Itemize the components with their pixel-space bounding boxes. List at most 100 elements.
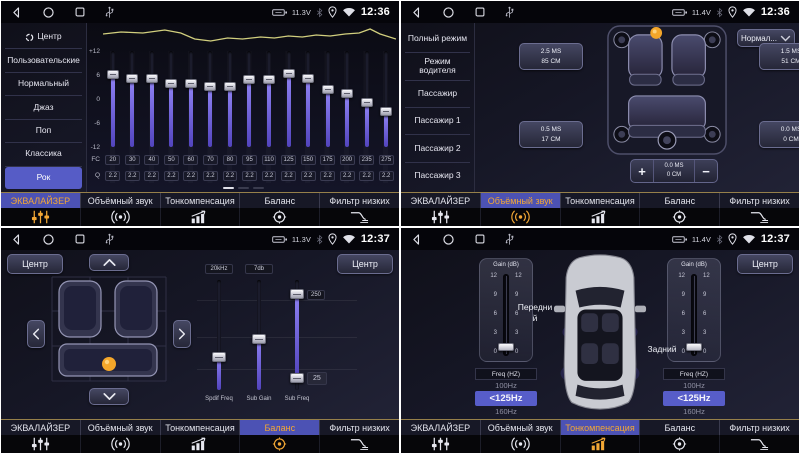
eq-band-110-slider[interactable] <box>263 75 275 84</box>
delay-rear-left-button[interactable]: 0.5 MS 17 CM <box>519 121 583 148</box>
eq-band-40-slider[interactable] <box>146 74 158 83</box>
page-dot[interactable] <box>238 187 249 190</box>
filter-icon[interactable] <box>320 435 399 453</box>
tab-surround[interactable]: Объёмный звук <box>481 420 561 435</box>
delay-front-left-button[interactable]: 2.5 MS 85 CM <box>519 43 583 70</box>
mode-4[interactable]: Пассажир 2 <box>405 135 470 162</box>
surround-icon[interactable] <box>81 208 161 226</box>
tab-surround[interactable]: Объёмный звук <box>81 193 161 208</box>
eq-band-175-slider[interactable] <box>322 85 334 94</box>
tab-equalizer[interactable]: ЭКВАЛАЙЗЕР <box>1 193 81 208</box>
tab-surround[interactable]: Объёмный звук <box>81 420 161 435</box>
freq-option-0[interactable]: 100Hz <box>475 380 537 391</box>
nav-home-button[interactable] <box>442 6 455 19</box>
nav-home-button[interactable] <box>442 233 455 246</box>
gain-slider[interactable] <box>498 343 514 351</box>
tab-lowpass[interactable]: Фильтр низких <box>320 420 399 435</box>
equalizer-icon[interactable] <box>1 208 81 226</box>
eq-band-20-slider[interactable] <box>107 70 119 79</box>
delay-front-right-button[interactable]: 1.5 MS 51 CM <box>759 43 799 70</box>
move-down-button[interactable] <box>89 388 129 405</box>
mode-3[interactable]: Пассажир 1 <box>405 108 470 135</box>
eq-band-80-slider[interactable] <box>224 82 236 91</box>
mode-2[interactable]: Пассажир <box>405 81 470 108</box>
tab-lowpass[interactable]: Фильтр низких <box>320 193 399 208</box>
eq-band-70-slider[interactable] <box>204 82 216 91</box>
gain-slider[interactable] <box>686 343 702 351</box>
increase-delay-button[interactable]: + <box>631 160 654 182</box>
balance-icon[interactable] <box>640 435 720 453</box>
tab-equalizer[interactable]: ЭКВАЛАЙЗЕР <box>1 420 81 435</box>
filter-icon[interactable] <box>720 435 799 453</box>
mode-0[interactable]: Полный режим <box>405 26 470 53</box>
eq-band-275-slider[interactable] <box>380 107 392 116</box>
surround-icon[interactable] <box>81 435 161 453</box>
tab-balance[interactable]: Баланс <box>640 193 720 208</box>
freq-option-0[interactable]: 100Hz <box>663 380 725 391</box>
tab-surround[interactable]: Объёмный звук <box>481 193 561 208</box>
tab-loudness[interactable]: Тонкомпенсация <box>561 420 641 435</box>
nav-back-button[interactable] <box>10 6 23 19</box>
eq-band-150-slider[interactable] <box>302 74 314 83</box>
slider-1[interactable] <box>252 334 266 344</box>
freq-option-1[interactable]: <125Hz <box>663 391 725 406</box>
equalizer-icon[interactable] <box>401 435 481 453</box>
eq-band-95-slider[interactable] <box>243 75 255 84</box>
preset-0[interactable]: Центр <box>5 26 82 49</box>
nav-recents-button[interactable] <box>74 6 86 18</box>
tab-balance[interactable]: Баланс <box>240 420 320 435</box>
decrease-delay-button[interactable]: − <box>694 160 717 182</box>
sub-freq-max-slider[interactable] <box>290 289 304 299</box>
mode-1[interactable]: Режим водителя <box>405 53 470 80</box>
surround-icon[interactable] <box>481 435 561 453</box>
nav-back-button[interactable] <box>410 233 423 246</box>
eq-band-30-slider[interactable] <box>126 74 138 83</box>
freq-option-2[interactable]: 160Hz <box>663 406 725 417</box>
preset-6[interactable]: Рок <box>5 167 82 189</box>
tab-loudness[interactable]: Тонкомпенсация <box>161 193 241 208</box>
move-right-button[interactable] <box>173 320 191 348</box>
filter-icon[interactable] <box>320 208 399 226</box>
page-dot[interactable] <box>223 187 234 190</box>
eq-band-50-slider[interactable] <box>165 79 177 88</box>
loudness-icon[interactable] <box>161 208 241 226</box>
center-button[interactable]: Центр <box>737 254 793 274</box>
mode-5[interactable]: Пассажир 3 <box>405 163 470 189</box>
tab-loudness[interactable]: Тонкомпенсация <box>161 420 241 435</box>
tab-equalizer[interactable]: ЭКВАЛАЙЗЕР <box>401 193 481 208</box>
balance-icon[interactable] <box>240 208 320 226</box>
preset-1[interactable]: Пользовательские <box>5 49 82 72</box>
loudness-icon[interactable] <box>161 435 241 453</box>
preset-5[interactable]: Классика <box>5 143 82 166</box>
nav-recents-button[interactable] <box>474 233 486 245</box>
nav-home-button[interactable] <box>42 233 55 246</box>
surround-icon[interactable] <box>481 208 561 226</box>
nav-home-button[interactable] <box>42 6 55 19</box>
filter-icon[interactable] <box>720 208 799 226</box>
nav-recents-button[interactable] <box>474 6 486 18</box>
equalizer-icon[interactable] <box>1 435 81 453</box>
equalizer-icon[interactable] <box>401 208 481 226</box>
move-up-button[interactable] <box>89 254 129 271</box>
loudness-icon[interactable] <box>561 208 641 226</box>
tab-balance[interactable]: Баланс <box>640 420 720 435</box>
tab-loudness[interactable]: Тонкомпенсация <box>561 193 641 208</box>
freq-option-1[interactable]: <125Hz <box>475 391 537 406</box>
eq-band-235-slider[interactable] <box>361 98 373 107</box>
eq-band-125-slider[interactable] <box>283 69 295 78</box>
sub-freq-min-slider[interactable] <box>290 373 304 383</box>
page-dot[interactable] <box>253 187 264 190</box>
nav-recents-button[interactable] <box>74 233 86 245</box>
preset-3[interactable]: Джаз <box>5 96 82 119</box>
tab-lowpass[interactable]: Фильтр низких <box>720 420 799 435</box>
delay-rear-right-button[interactable]: 0.0 MS 0 CM <box>759 121 799 148</box>
loudness-icon[interactable] <box>561 435 641 453</box>
freq-option-2[interactable]: 160Hz <box>475 406 537 417</box>
slider-0[interactable] <box>212 352 226 362</box>
eq-band-60-slider[interactable] <box>185 79 197 88</box>
tab-equalizer[interactable]: ЭКВАЛАЙЗЕР <box>401 420 481 435</box>
tab-balance[interactable]: Баланс <box>240 193 320 208</box>
balance-icon[interactable] <box>240 435 320 453</box>
balance-icon[interactable] <box>640 208 720 226</box>
eq-band-200-slider[interactable] <box>341 89 353 98</box>
